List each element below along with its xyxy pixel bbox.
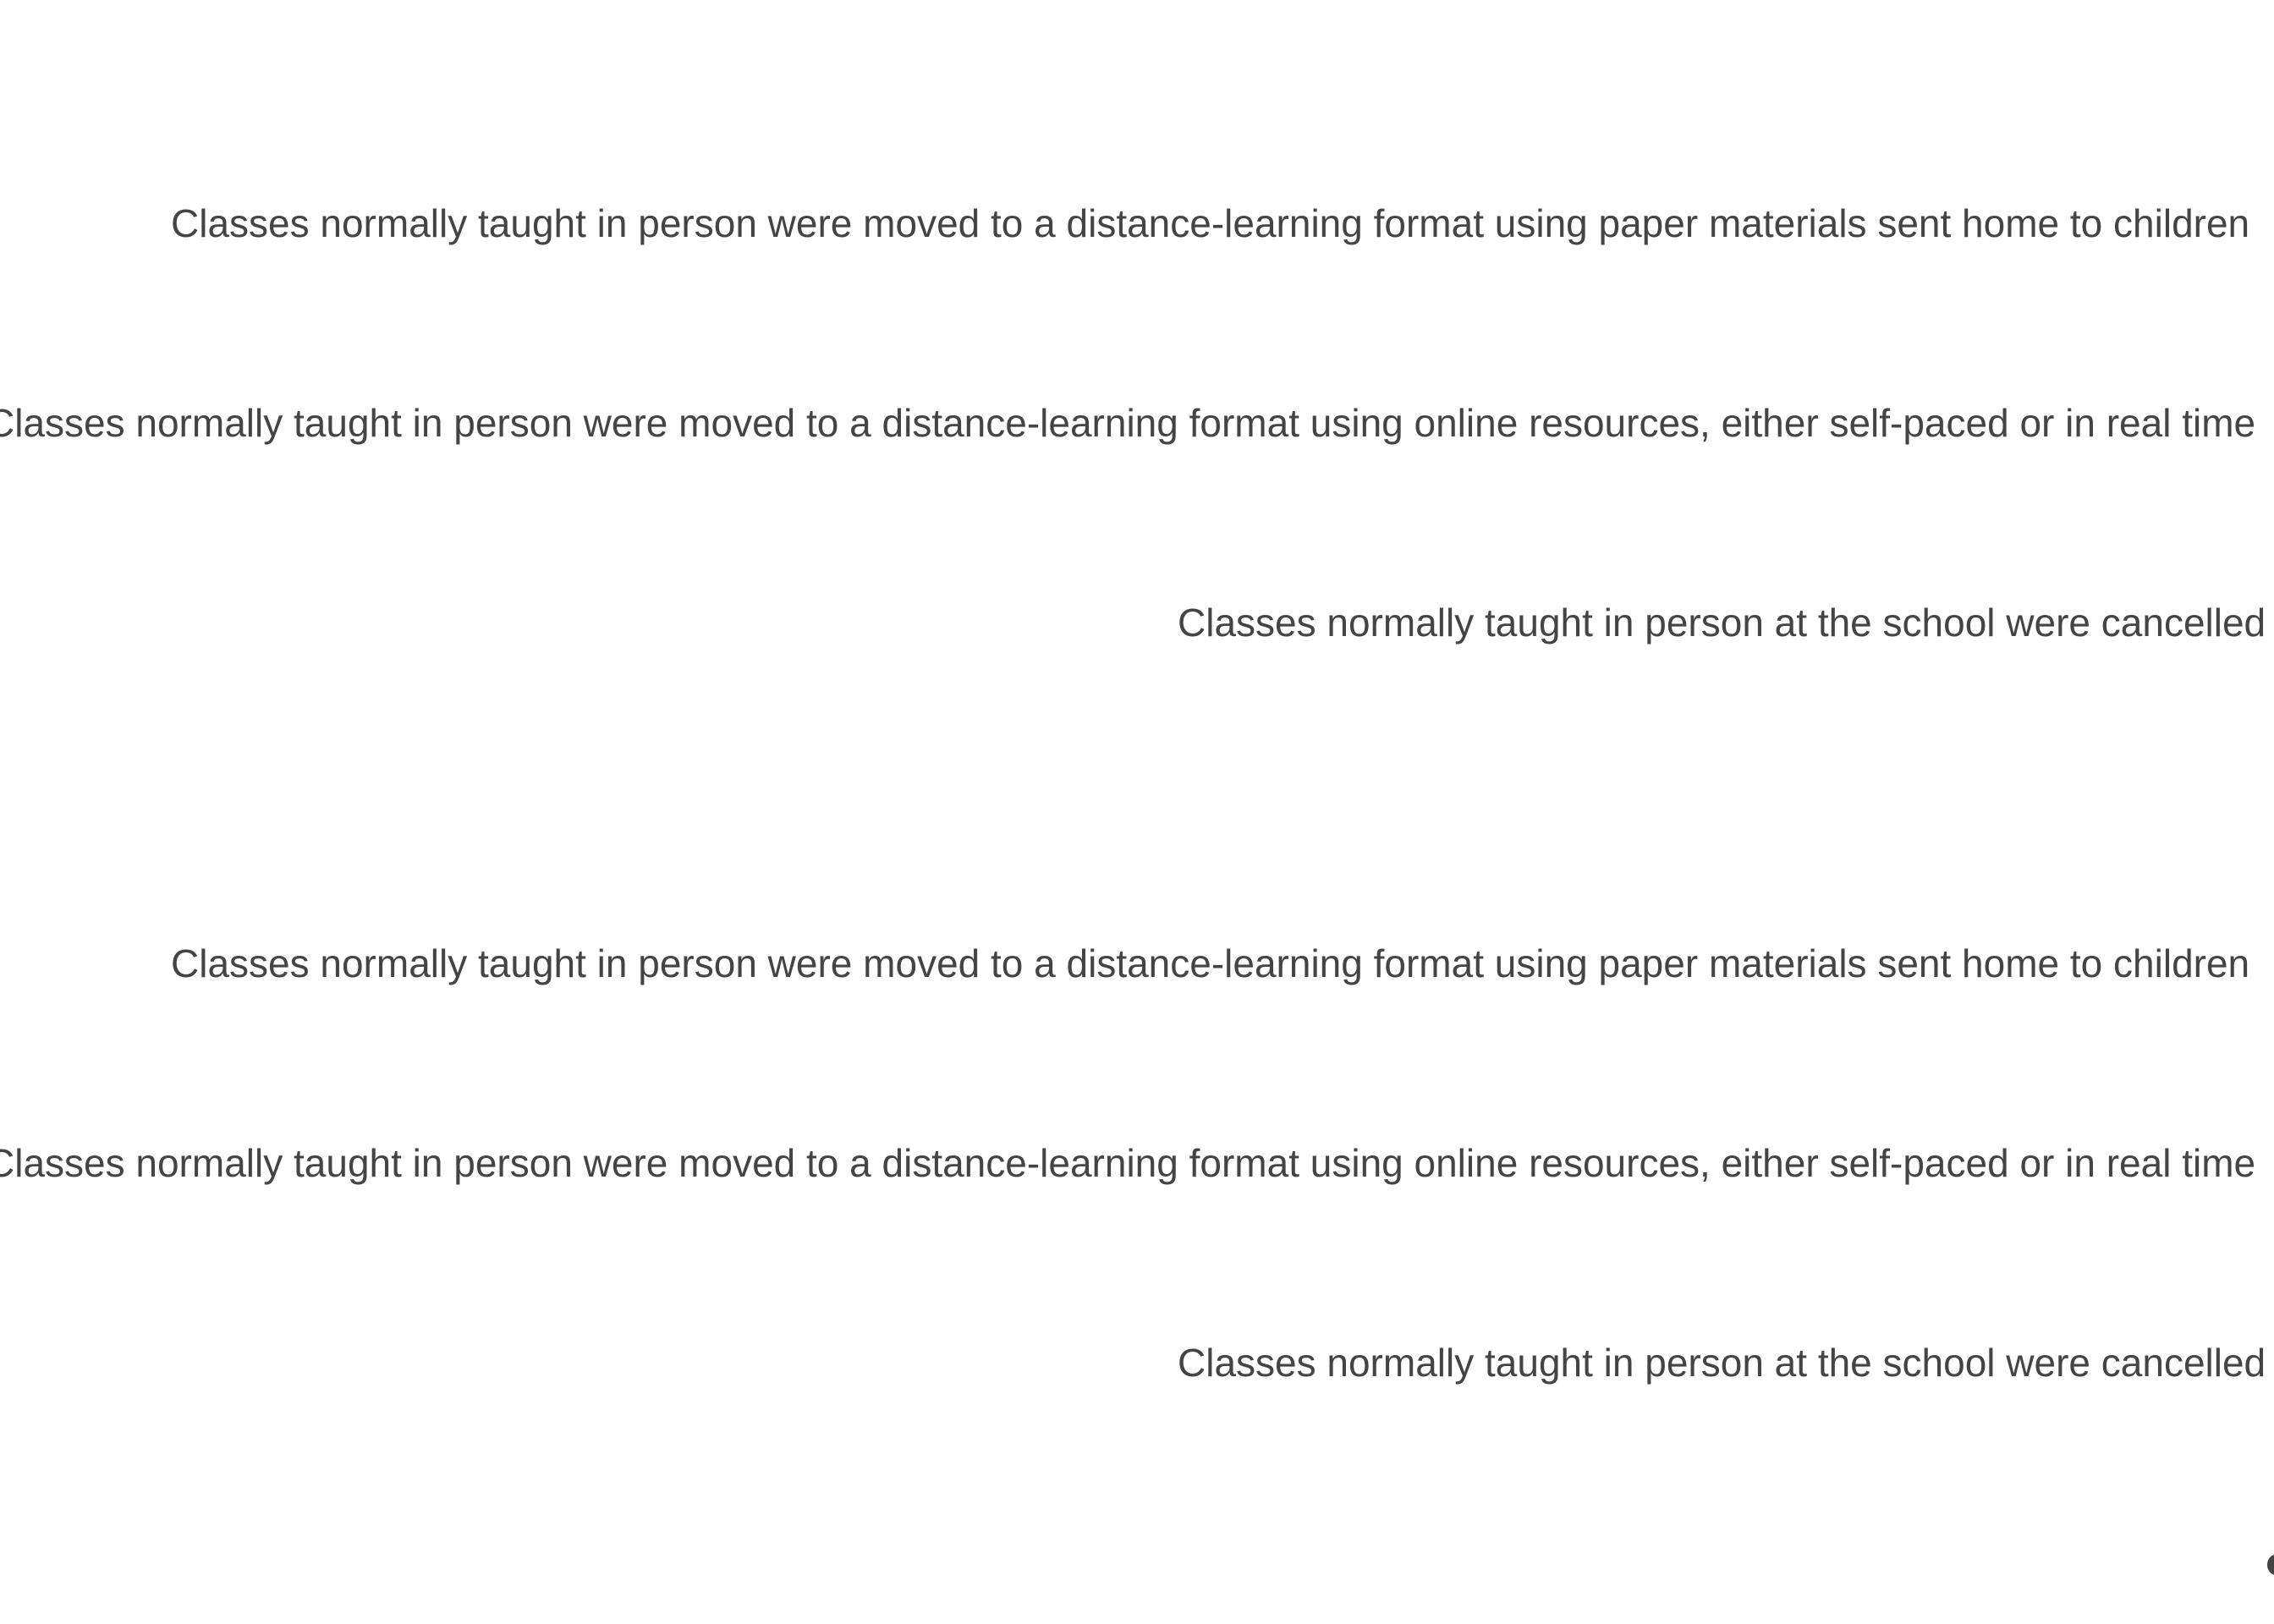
option-paper-materials[interactable]: Classes normally taught in person were m…	[171, 940, 2249, 987]
option-online-resources[interactable]: Classes normally taught in person were m…	[0, 1139, 2255, 1187]
option-online-resources[interactable]: Classes normally taught in person were m…	[0, 399, 2255, 447]
option-classes-cancelled[interactable]: Classes normally taught in person at the…	[1178, 599, 2266, 646]
survey-viewport: Classes normally taught in person were m…	[0, 0, 2274, 1624]
option-paper-materials[interactable]: Classes normally taught in person were m…	[171, 200, 2249, 247]
option-classes-cancelled[interactable]: Classes normally taught in person at the…	[1178, 1339, 2266, 1386]
clipped-glyph-icon	[2267, 1555, 2274, 1575]
